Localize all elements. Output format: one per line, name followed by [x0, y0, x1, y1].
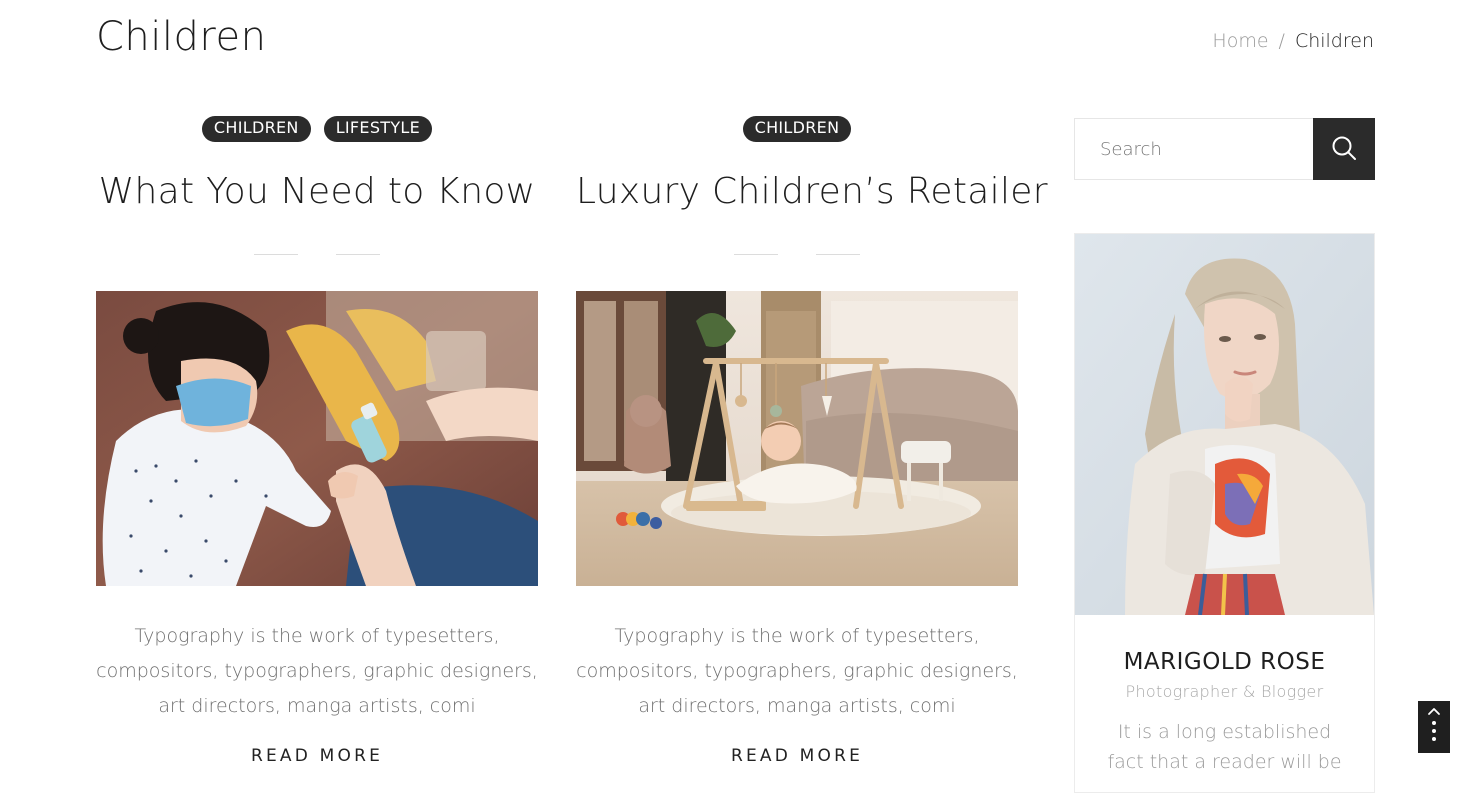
category-badge-children[interactable]: CHILDREN	[201, 116, 311, 142]
chevron-up-icon	[1426, 705, 1442, 749]
search-widget	[1074, 118, 1375, 180]
post-card: CHILDREN Luxury Children’s Retailer Typo…	[576, 116, 1048, 766]
post-categories: CHILDREN	[576, 116, 1018, 142]
divider-dash	[734, 254, 778, 255]
page-title: Children	[96, 14, 267, 60]
author-bio: It is a long established fact that a rea…	[1107, 721, 1342, 773]
post-excerpt: Typography is the work of typesetters, c…	[96, 625, 538, 717]
post-categories: CHILDREN LIFESTYLE	[96, 116, 538, 142]
post-excerpt: Typography is the work of typesetters, c…	[576, 625, 1018, 717]
breadcrumb: Home / Children	[1212, 30, 1374, 52]
post-title-link[interactable]: Luxury Children’s Retailer	[576, 170, 1048, 214]
divider-dash	[816, 254, 860, 255]
read-more-link[interactable]: READ MORE	[731, 746, 863, 766]
title-divider	[96, 254, 538, 256]
post-image-baby-play-gym[interactable]	[576, 291, 1018, 586]
category-badge-children[interactable]: CHILDREN	[742, 116, 852, 142]
divider-dash	[254, 254, 298, 255]
author-photo	[1075, 234, 1374, 616]
read-more-link[interactable]: READ MORE	[251, 746, 383, 766]
post-card: CHILDREN LIFESTYLE What You Need to Know	[96, 116, 538, 766]
author-role: Photographer & Blogger	[1125, 682, 1324, 701]
divider-dash	[336, 254, 380, 255]
breadcrumb-current: Children	[1294, 30, 1374, 52]
author-card: MARIGOLD ROSE Photographer & Blogger It …	[1074, 233, 1375, 793]
post-title-link[interactable]: What You Need to Know	[96, 170, 538, 214]
post-image-child-sanitizer[interactable]	[96, 291, 538, 586]
title-divider	[576, 254, 1018, 256]
search-button[interactable]	[1313, 118, 1375, 180]
search-input[interactable]	[1074, 118, 1313, 180]
category-badge-lifestyle[interactable]: LIFESTYLE	[323, 116, 433, 142]
scroll-to-top-button[interactable]	[1418, 701, 1450, 753]
author-name: MARIGOLD ROSE	[1123, 649, 1326, 675]
search-icon	[1331, 135, 1357, 164]
breadcrumb-home-link[interactable]: Home	[1212, 30, 1268, 52]
breadcrumb-separator: /	[1278, 30, 1285, 52]
